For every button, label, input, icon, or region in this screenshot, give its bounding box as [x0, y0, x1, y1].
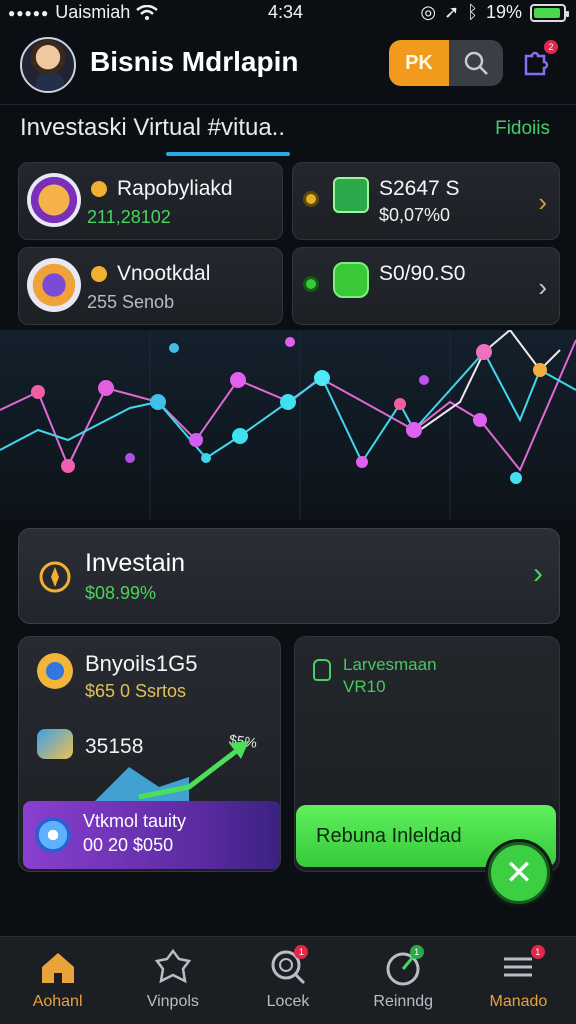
card-title: S0/90.S0: [379, 262, 466, 285]
chat-icon: [35, 817, 71, 853]
puzzle-button[interactable]: 2: [520, 40, 558, 80]
carrier-label: Uaismiah: [55, 2, 131, 22]
status-right: ◎ ➚ ᛒ 19%: [420, 2, 569, 23]
portfolio-panel: Bnyoils1G5 $65 0 Ssrtos 35158 $5% Vtkmol…: [18, 636, 281, 872]
pk-button[interactable]: PK: [389, 40, 449, 86]
bottom-nav: Aohanl Vinpols 1 Locek 1 Reinndg 1 Manad…: [0, 936, 576, 1024]
compass-icon: [39, 561, 71, 593]
reinvest-value: VR10: [343, 677, 386, 696]
portfolio-subtitle: $65 0 Ssrtos: [85, 681, 187, 701]
cash-register-icon: [333, 177, 369, 213]
star-icon: [91, 181, 107, 197]
chart-bg: [0, 330, 576, 520]
nav-badge: 1: [530, 945, 545, 959]
coin-dot-icon: [303, 191, 319, 207]
lock-icon: [313, 659, 331, 681]
card-value: 211,28102: [87, 207, 171, 227]
close-icon: ✕: [504, 854, 534, 892]
nav-item-locek[interactable]: 1 Locek: [230, 937, 345, 1024]
coin-dot-icon: [303, 276, 319, 292]
robot-icon: [333, 262, 369, 298]
avatar[interactable]: [20, 37, 76, 93]
clock: 4:34: [268, 2, 304, 22]
asset-card-3[interactable]: Vnootkdal 255 Senob: [18, 247, 283, 325]
battery-fill: [534, 7, 560, 18]
section-title: Investaski Virtual #vitua..: [20, 114, 286, 141]
nav-item-manado[interactable]: 1 Manado: [461, 937, 576, 1024]
wifi-icon: [136, 4, 159, 20]
notification-badge: 2: [544, 40, 558, 54]
header-actions: PK: [389, 40, 503, 86]
search-button[interactable]: [449, 40, 503, 86]
puzzle-icon: [154, 948, 191, 984]
reinvest-label: Larvesmaan: [343, 655, 437, 674]
home-icon: [41, 953, 74, 983]
coin-icon: [27, 173, 81, 227]
tab-underline: [166, 152, 290, 156]
nav-label: Manado: [489, 993, 548, 1010]
promo-title: Vtkmol tauity: [83, 811, 187, 831]
nav-item-home[interactable]: Aohanl: [0, 937, 115, 1024]
invest-title: Investain: [85, 549, 186, 577]
battery-icon: [530, 3, 569, 22]
rotation-lock-icon: ◎: [420, 2, 437, 22]
card-value: 255 Senob: [87, 292, 175, 312]
signal-icon: ●●●●●: [8, 5, 50, 20]
coin-dot-icon: [91, 266, 107, 282]
section-link[interactable]: Fidoiis: [495, 118, 550, 140]
location-icon: ➚: [444, 2, 460, 22]
shop-icon: [27, 258, 81, 312]
growth-arrow-icon: [89, 741, 249, 807]
promo-value: 00 20 $050: [83, 835, 174, 855]
chevron-right-icon: ›: [538, 272, 547, 302]
nav-label: Aohanl: [32, 993, 83, 1010]
chevron-right-icon: ›: [533, 557, 543, 590]
nav-item-reinndg[interactable]: 1 Reinndg: [346, 937, 461, 1024]
card-title: Rapobyliakd: [117, 177, 233, 200]
asset-card-2[interactable]: S2647 S $0,07%0 ›: [292, 162, 560, 240]
card-title: S2647 S: [379, 177, 460, 200]
status-bar: ●●●●● Uaismiah 4:34 ◎ ➚ ᛒ 19%: [0, 0, 576, 26]
nav-item-vinpols[interactable]: Vinpols: [115, 937, 230, 1024]
page-title: Bisnis Mdrlapin: [90, 46, 299, 77]
carrier-group: ●●●●● Uaismiah: [8, 2, 159, 23]
promo-banner[interactable]: Vtkmol tauity 00 20 $050: [23, 801, 280, 869]
asset-card-4[interactable]: S0/90.S0 ›: [292, 247, 560, 325]
portfolio-title: Bnyoils1G5: [85, 651, 198, 676]
market-chart: [0, 330, 576, 520]
nav-badge: 1: [409, 945, 424, 959]
bluetooth-icon: ᛒ: [467, 2, 478, 22]
invest-value: $08.99%: [85, 583, 157, 603]
nav-label: Locek: [266, 993, 310, 1010]
nav-label: Vinpols: [146, 993, 199, 1010]
invest-bar[interactable]: Investain $08.99% ›: [18, 528, 560, 624]
search-icon: [464, 51, 488, 75]
nav-label: Reinndg: [373, 993, 434, 1010]
app-header: Bisnis Mdrlapin PK 2: [0, 30, 576, 100]
card-value: $0,07%0: [379, 205, 451, 225]
close-fab[interactable]: ✕: [488, 842, 550, 904]
battery-percent: 19%: [485, 2, 522, 22]
chevron-right-icon: ›: [538, 187, 547, 217]
bird-icon: [37, 729, 73, 759]
card-title: Vnootkdal: [117, 262, 211, 285]
asset-card-1[interactable]: Rapobyliakd 211,28102: [18, 162, 283, 240]
coin-icon: [37, 653, 73, 689]
